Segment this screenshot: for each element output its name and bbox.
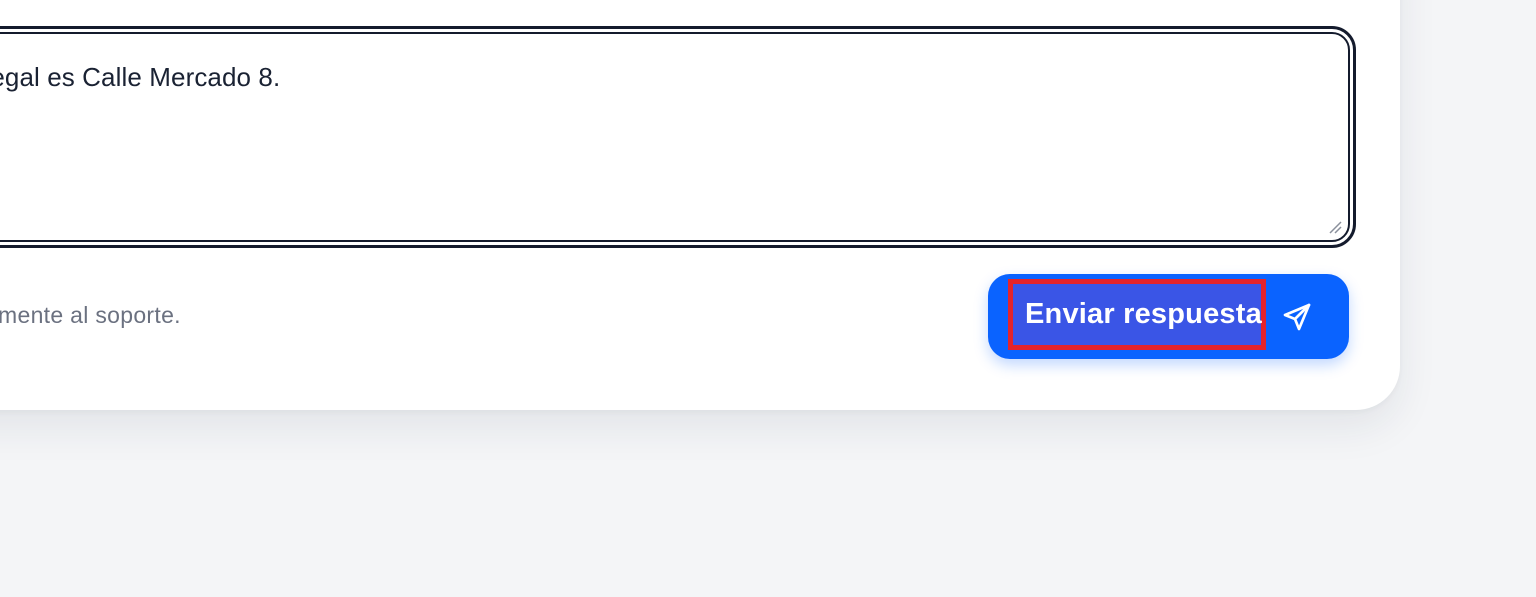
reply-textarea-value: ón legal es Calle Mercado 8. — [0, 62, 281, 92]
resize-handle-icon[interactable] — [1328, 220, 1342, 234]
send-button-label: Enviar respuesta — [1025, 298, 1262, 330]
helper-text: irectamente al soporte. — [0, 302, 181, 328]
paper-plane-icon — [1283, 303, 1311, 331]
send-reply-button[interactable]: Enviar respuesta — [988, 274, 1349, 359]
reply-textarea-inner[interactable]: ón legal es Calle Mercado 8. — [0, 32, 1350, 242]
reply-textarea[interactable]: ón legal es Calle Mercado 8. — [0, 26, 1356, 248]
